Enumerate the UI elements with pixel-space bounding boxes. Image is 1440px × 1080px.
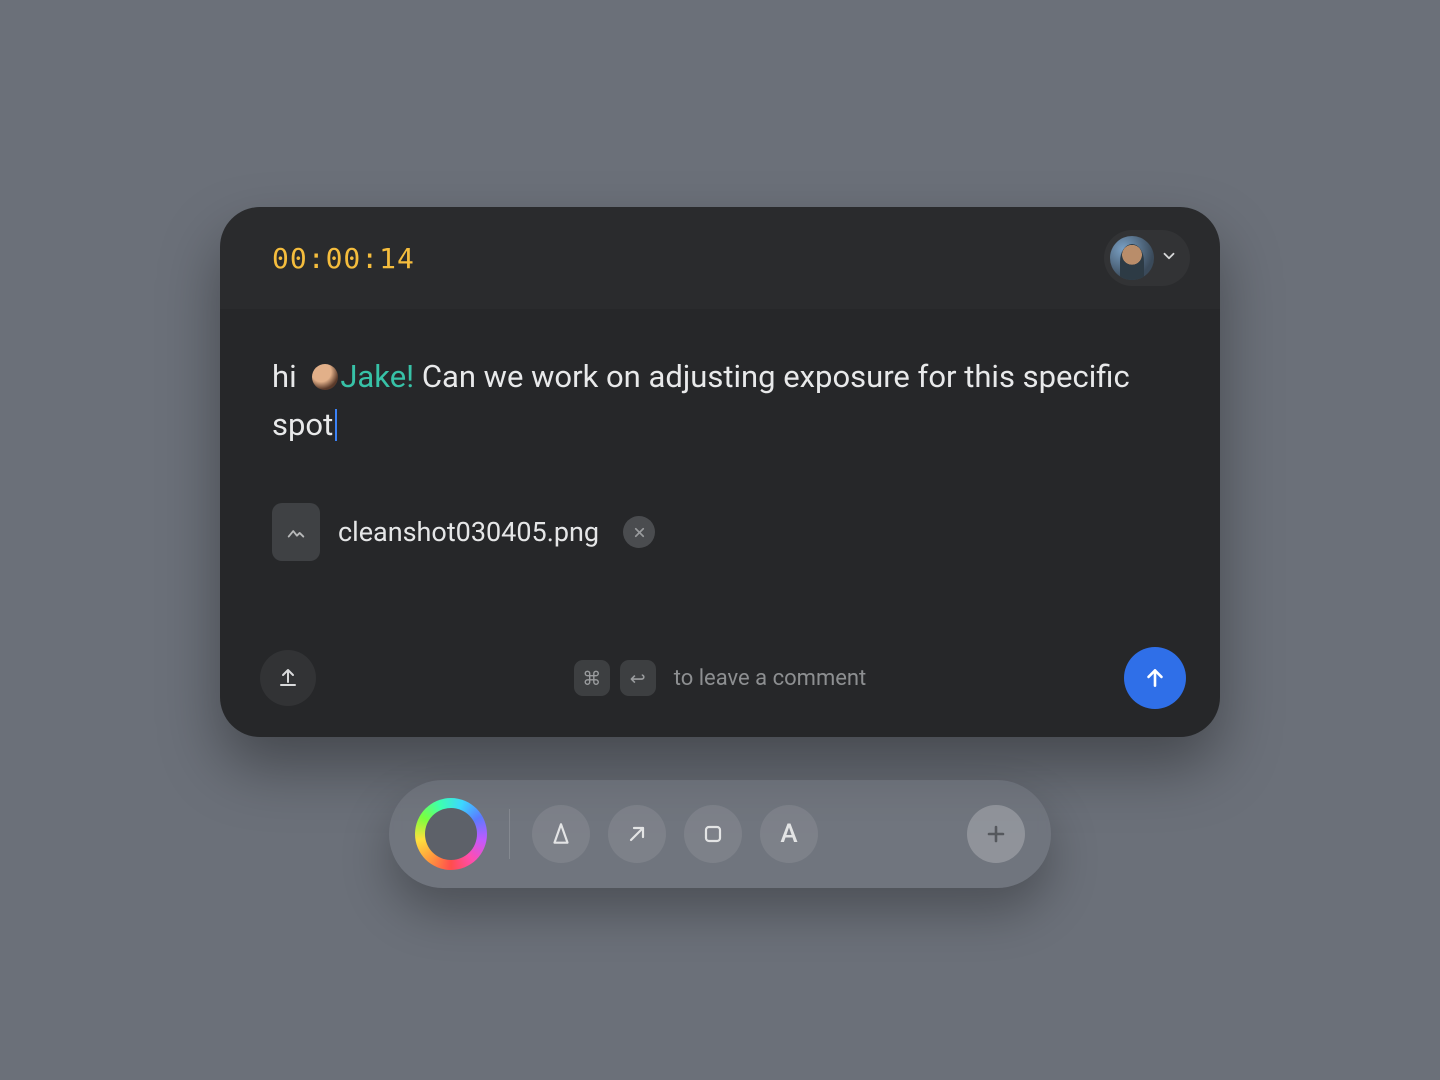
image-icon bbox=[285, 521, 307, 543]
rectangle-tool-button[interactable] bbox=[684, 805, 742, 863]
comment-prefix: hi bbox=[272, 358, 297, 395]
recording-timestamp: 00:00:14 bbox=[272, 242, 415, 275]
plus-icon bbox=[984, 822, 1008, 846]
square-icon bbox=[701, 822, 725, 846]
mention-avatar bbox=[312, 364, 338, 390]
remove-attachment-button[interactable] bbox=[623, 516, 655, 548]
attachment-filename: cleanshot030405.png bbox=[338, 516, 599, 548]
pen-tool-button[interactable] bbox=[532, 805, 590, 863]
user-menu[interactable] bbox=[1104, 230, 1190, 286]
kbd-enter: ↩ bbox=[620, 660, 656, 696]
add-tool-button[interactable] bbox=[967, 805, 1025, 863]
annotation-toolbar: A bbox=[389, 780, 1051, 888]
card-header: 00:00:14 bbox=[220, 207, 1220, 309]
avatar bbox=[1110, 236, 1154, 280]
mention-chip[interactable]: Jake! bbox=[340, 358, 414, 395]
comment-text[interactable]: hi Jake! Can we work on adjusting exposu… bbox=[272, 358, 1130, 443]
attachment-row: cleanshot030405.png bbox=[272, 503, 1168, 561]
card-footer: ⌘ ↩ to leave a comment bbox=[220, 619, 1220, 737]
kbd-cmd: ⌘ bbox=[574, 660, 610, 696]
pen-icon bbox=[548, 821, 574, 847]
color-picker-button[interactable] bbox=[415, 798, 487, 870]
arrow-icon bbox=[625, 822, 649, 846]
text-tool-button[interactable]: A bbox=[760, 805, 818, 863]
keyboard-hint: ⌘ ↩ to leave a comment bbox=[316, 660, 1124, 696]
arrow-up-icon bbox=[1142, 665, 1168, 691]
color-ring-inner bbox=[425, 808, 477, 860]
arrow-tool-button[interactable] bbox=[608, 805, 666, 863]
comment-card: 00:00:14 hi Jake! Can we work on adjusti… bbox=[220, 207, 1220, 737]
text-icon: A bbox=[780, 819, 797, 849]
toolbar-separator bbox=[509, 809, 510, 859]
text-caret bbox=[335, 409, 337, 441]
file-thumbnail[interactable] bbox=[272, 503, 320, 561]
upload-icon bbox=[276, 666, 300, 690]
send-button[interactable] bbox=[1124, 647, 1186, 709]
hint-text: to leave a comment bbox=[674, 666, 867, 691]
comment-body[interactable]: hi Jake! Can we work on adjusting exposu… bbox=[220, 309, 1220, 619]
upload-button[interactable] bbox=[260, 650, 316, 706]
chevron-down-icon bbox=[1160, 247, 1178, 269]
close-icon bbox=[632, 525, 647, 540]
